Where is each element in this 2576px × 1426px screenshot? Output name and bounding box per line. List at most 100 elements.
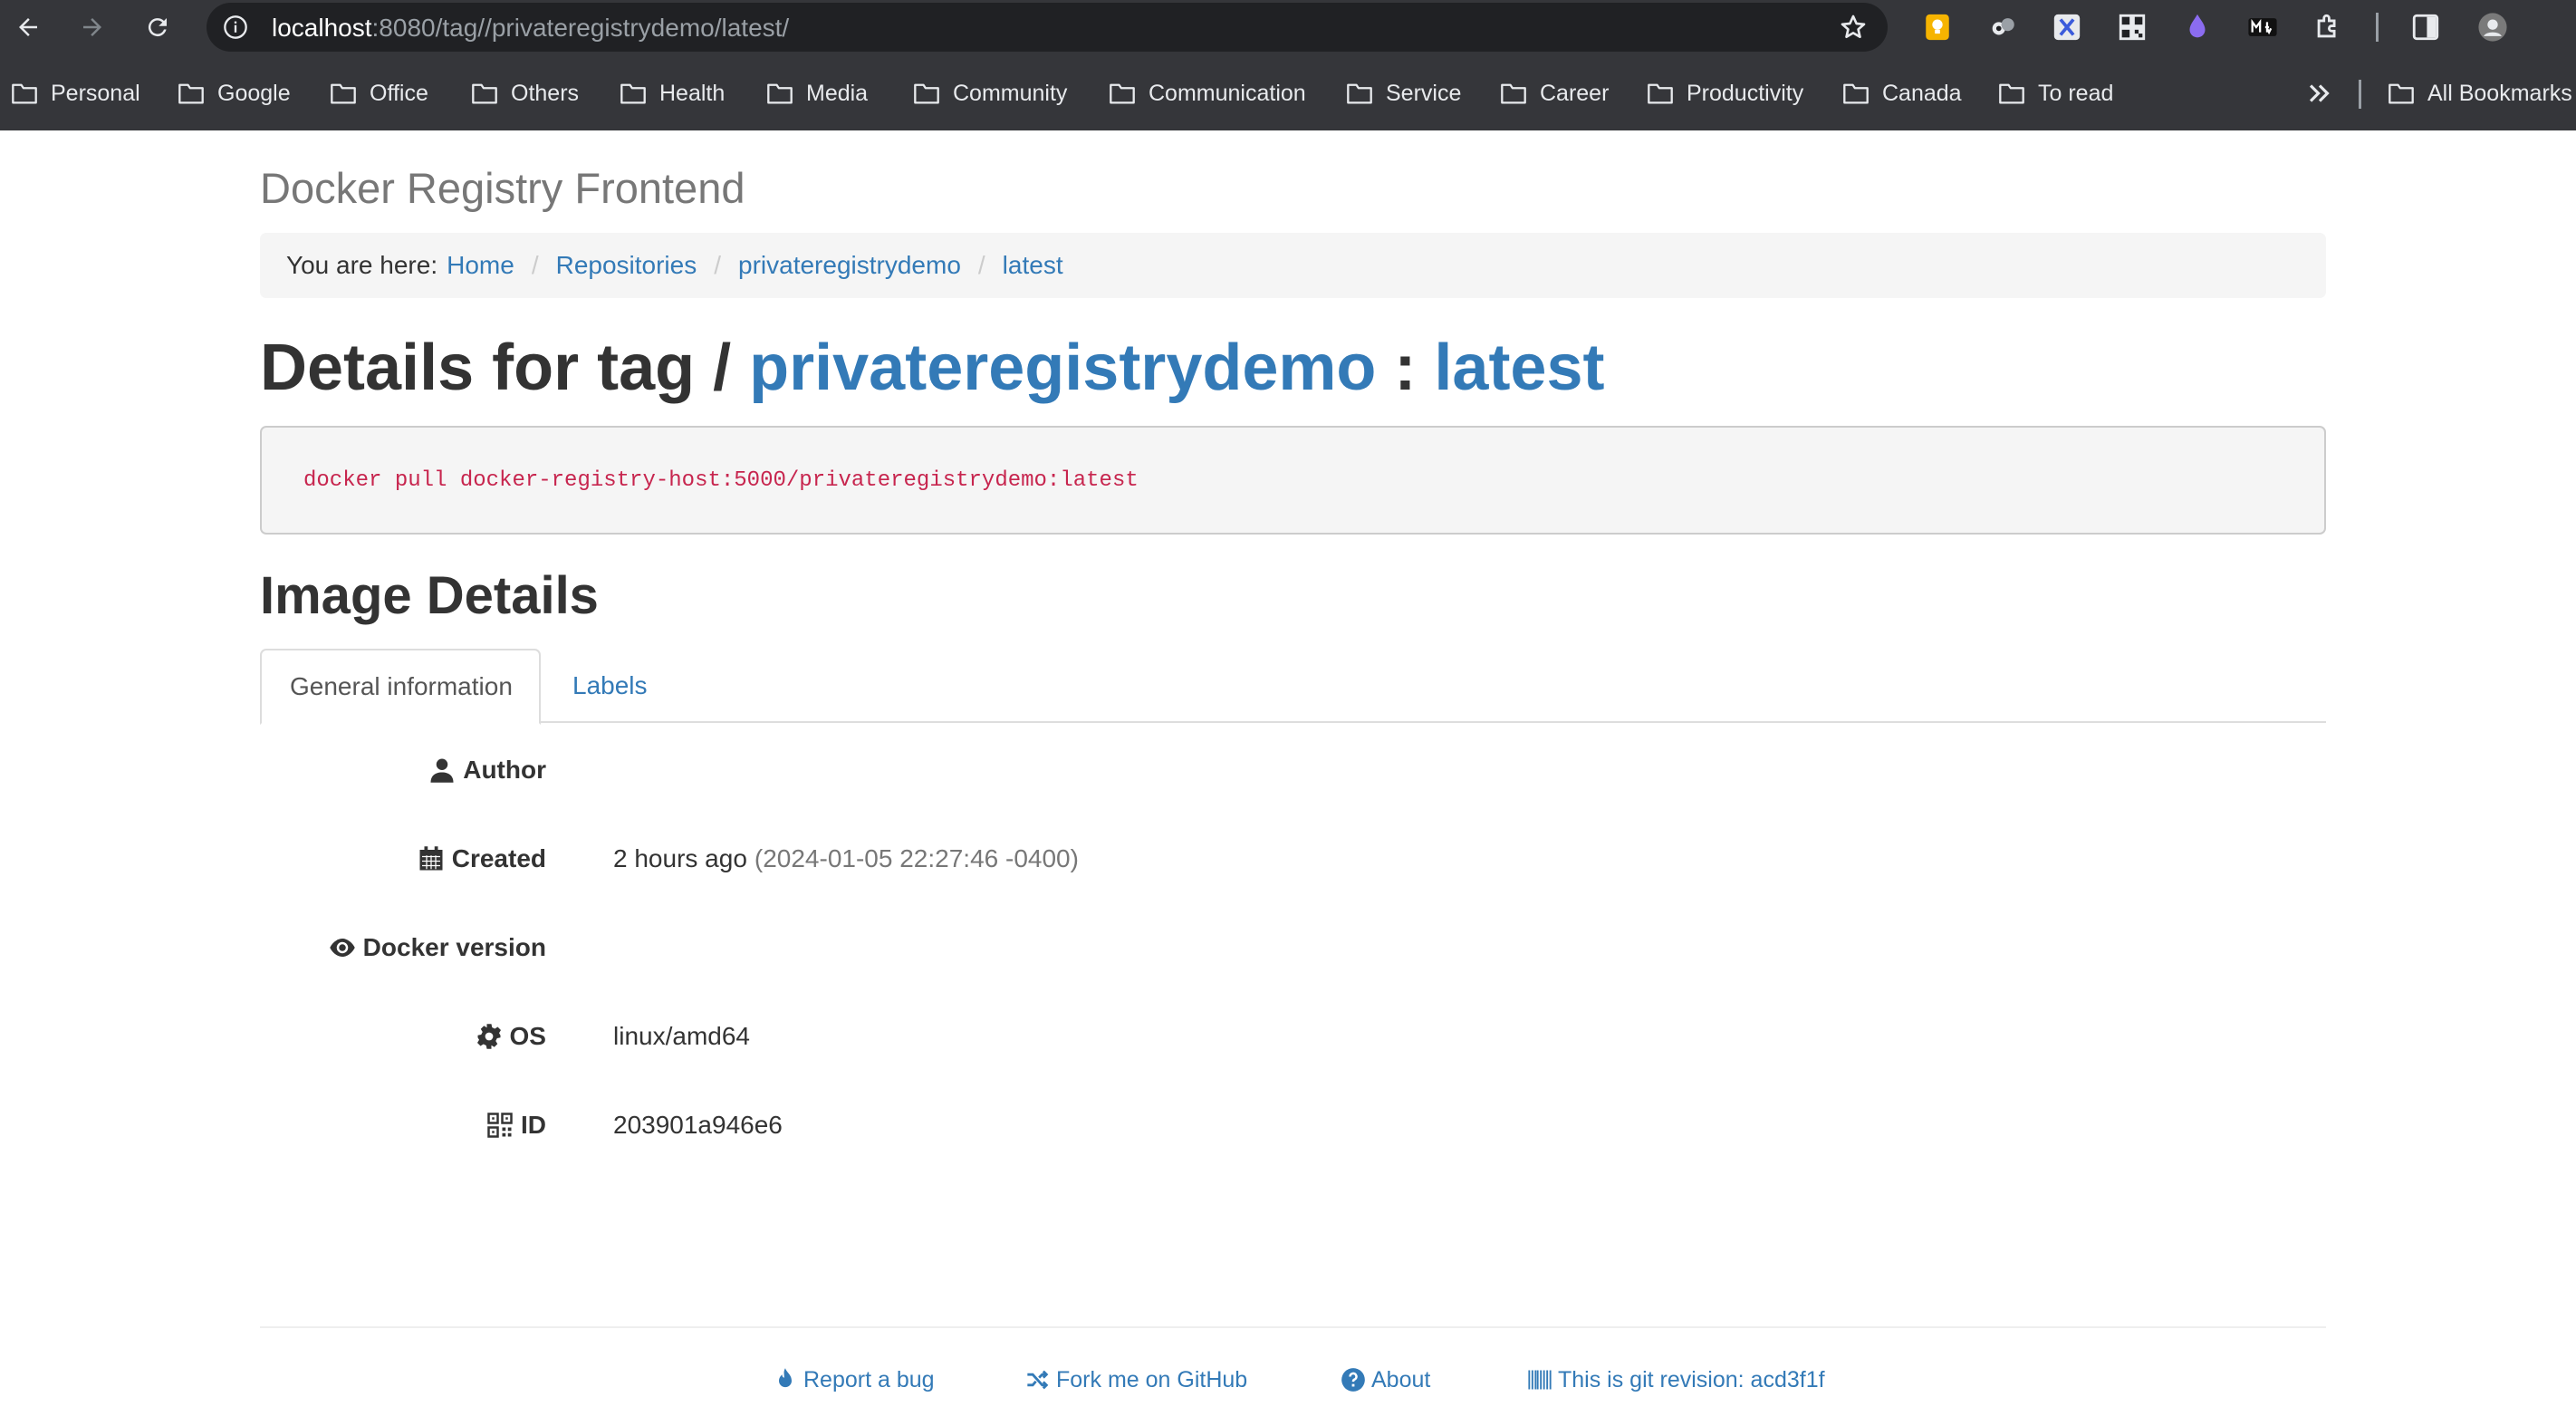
folder-icon <box>2389 83 2414 104</box>
detail-value-id: 203901a946e6 <box>613 1107 783 1143</box>
bookmark-label: All Bookmarks <box>2427 80 2572 106</box>
browser-chrome: localhost:8080/tag//privateregistrydemo/… <box>0 0 2576 130</box>
spy-icon[interactable] <box>1986 11 2019 43</box>
reload-button[interactable] <box>138 7 178 47</box>
folder-icon <box>1501 83 1526 104</box>
bookmark-label: Canada <box>1882 80 1962 106</box>
footer-link-label: This is git revision: acd3f1f <box>1558 1366 1825 1392</box>
cog-icon <box>476 1024 501 1049</box>
bookmark-folder-communication[interactable]: Communication <box>1109 72 1306 114</box>
folder-icon <box>472 83 497 104</box>
detail-label-created: Created <box>418 841 546 877</box>
x-icon[interactable] <box>2051 11 2083 43</box>
fire-icon <box>779 1368 792 1388</box>
keep-icon[interactable] <box>1921 11 1954 43</box>
puzzle-icon[interactable] <box>2312 11 2344 43</box>
breadcrumb-separator: / <box>531 251 539 279</box>
tab-general-information[interactable]: General information <box>260 649 541 725</box>
tab-labels[interactable]: Labels <box>544 649 676 723</box>
folder-icon <box>178 83 204 104</box>
chevron-double-right-icon[interactable] <box>2304 78 2335 109</box>
detail-label-text: Created <box>451 844 546 872</box>
markdown-icon[interactable] <box>2246 11 2279 43</box>
bookmark-folder-health[interactable]: Health <box>620 72 725 114</box>
detail-label-id: ID <box>486 1107 546 1143</box>
random-icon <box>1027 1370 1049 1390</box>
browser-toolbar: localhost:8080/tag//privateregistrydemo/… <box>0 0 2576 54</box>
title-prefix: Details for tag / <box>260 332 732 404</box>
bookmark-folder-career[interactable]: Career <box>1500 72 1609 114</box>
detail-value-text: linux/amd64 <box>613 1022 750 1050</box>
footer-link-label: Report a bug <box>803 1366 935 1392</box>
bookmark-folder-office[interactable]: Office <box>330 72 428 114</box>
bookmark-folder-personal[interactable]: Personal <box>11 72 140 114</box>
page-title: Details for tag / privateregistrydemo : … <box>260 330 1605 406</box>
detail-label-text: OS <box>509 1022 546 1050</box>
bookmark-folder-canada[interactable]: Canada <box>1842 72 1962 114</box>
folder-icon <box>331 83 356 104</box>
calendar-icon <box>419 846 443 871</box>
folder-icon <box>1999 83 2024 104</box>
bookmark-folder-all-bookmarks[interactable]: All Bookmarks <box>2388 72 2572 114</box>
bookmark-folder-productivity[interactable]: Productivity <box>1647 72 1803 114</box>
qr-code-icon[interactable] <box>2116 11 2148 43</box>
user-icon <box>430 758 454 783</box>
folder-icon <box>767 83 793 104</box>
bookmark-label: Others <box>511 80 580 106</box>
about-link[interactable]: About <box>1341 1364 1430 1395</box>
breadcrumb-repo-link[interactable]: privateregistrydemo <box>738 251 961 280</box>
title-repo-link[interactable]: privateregistrydemo <box>749 332 1376 404</box>
back-button[interactable] <box>8 7 48 47</box>
bookmark-folder-media[interactable]: Media <box>766 72 868 114</box>
bookmark-folder-others[interactable]: Others <box>471 72 579 114</box>
bookmark-folder-community[interactable]: Community <box>913 72 1067 114</box>
detail-label-text: Docker version <box>362 933 546 961</box>
bookmark-label: Community <box>953 80 1068 106</box>
section-title: Image Details <box>260 566 599 625</box>
detail-value-os: linux/amd64 <box>613 1018 750 1055</box>
detail-value-created: 2 hours ago (2024-01-05 22:27:46 -0400) <box>613 841 1079 877</box>
title-tag-link[interactable]: latest <box>1434 332 1604 404</box>
bookmark-label: Office <box>370 80 428 106</box>
footer-divider <box>260 1326 2326 1328</box>
bookmark-folder-to-read[interactable]: To read <box>1998 72 2113 114</box>
footer-link-label: About <box>1371 1366 1431 1392</box>
detail-label-text: ID <box>521 1111 546 1139</box>
bookmark-label: Career <box>1540 80 1610 106</box>
title-colon: : <box>1394 332 1417 404</box>
bookmark-star-icon[interactable] <box>1839 13 1868 42</box>
breadcrumb-separator: / <box>977 251 985 279</box>
bookmark-label: Service <box>1386 80 1462 106</box>
eye-icon <box>329 939 355 957</box>
bookmark-label: Health <box>659 80 726 106</box>
breadcrumb-home-link[interactable]: Home <box>447 251 514 280</box>
folder-icon <box>620 83 646 104</box>
info-icon[interactable] <box>223 14 248 40</box>
pull-command[interactable]: docker pull docker-registry-host:5000/pr… <box>303 468 1139 493</box>
folder-icon <box>1648 83 1673 104</box>
url-text: localhost:8080/tag//privateregistrydemo/… <box>272 14 789 43</box>
address-bar[interactable]: localhost:8080/tag//privateregistrydemo/… <box>207 3 1888 52</box>
qr-code-icon <box>487 1113 513 1138</box>
folder-icon <box>1110 83 1135 104</box>
breadcrumb-tag-link[interactable]: latest <box>1003 251 1063 280</box>
bookmark-folder-google[interactable]: Google <box>178 72 291 114</box>
bookmark-folder-service[interactable]: Service <box>1346 72 1461 114</box>
app-brand[interactable]: Docker Registry Frontend <box>260 163 745 213</box>
bookmark-label: Communication <box>1149 80 1306 106</box>
url-path: :8080/tag//privateregistrydemo/latest/ <box>371 14 790 42</box>
detail-label-os: OS <box>476 1018 546 1055</box>
report-bug-link[interactable]: Report a bug <box>773 1364 935 1395</box>
arrow-right-icon <box>83 18 101 36</box>
fork-github-link[interactable]: Fork me on GitHub <box>1025 1364 1247 1395</box>
side-panel-icon[interactable] <box>2409 11 2442 43</box>
git-revision-link[interactable]: This is git revision: acd3f1f <box>1527 1364 1825 1395</box>
profile-avatar[interactable] <box>2476 11 2509 43</box>
detail-value-text: 203901a946e6 <box>613 1111 783 1139</box>
drop-icon[interactable] <box>2181 11 2214 43</box>
toolbar-divider <box>2376 13 2379 42</box>
pull-command-block: docker pull docker-registry-host:5000/pr… <box>260 426 2326 535</box>
breadcrumb-repositories-link[interactable]: Repositories <box>556 251 697 280</box>
folder-icon <box>914 83 939 104</box>
forward-button[interactable] <box>72 7 112 47</box>
